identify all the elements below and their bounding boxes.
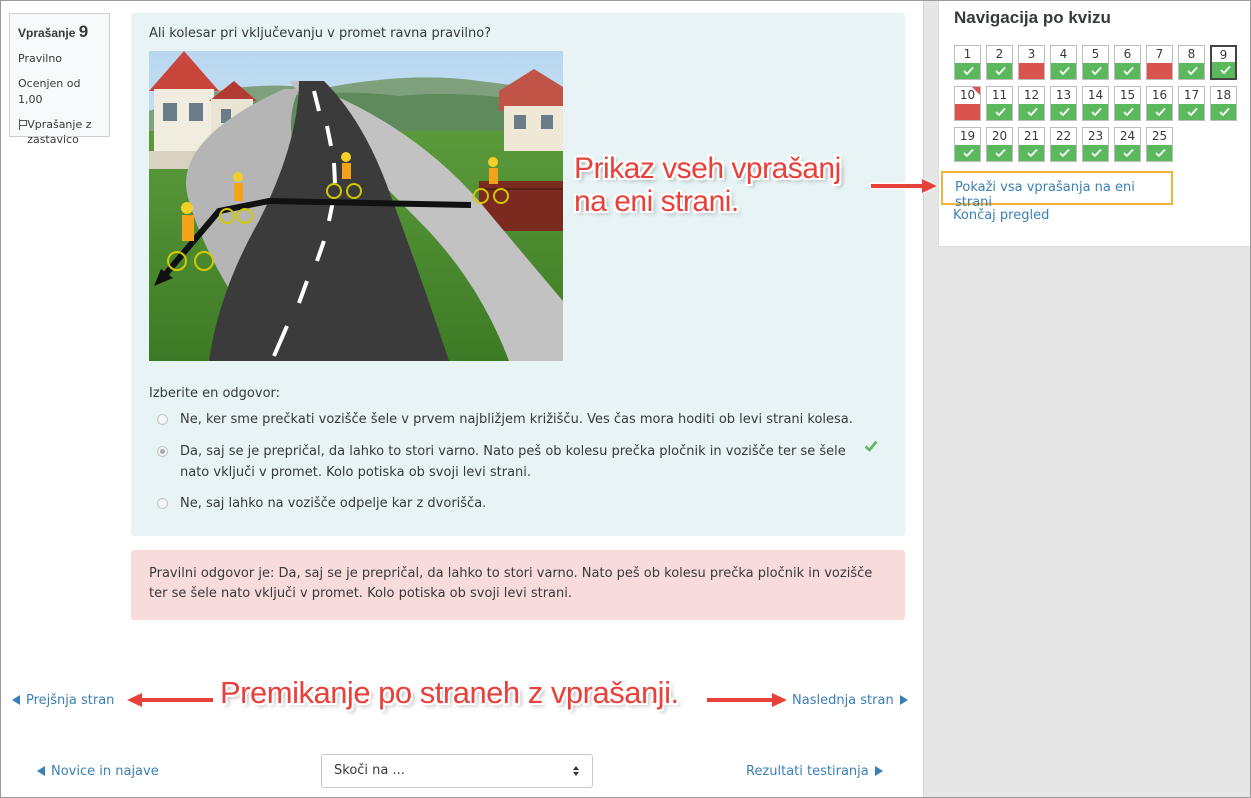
window-frame [0, 0, 1251, 798]
